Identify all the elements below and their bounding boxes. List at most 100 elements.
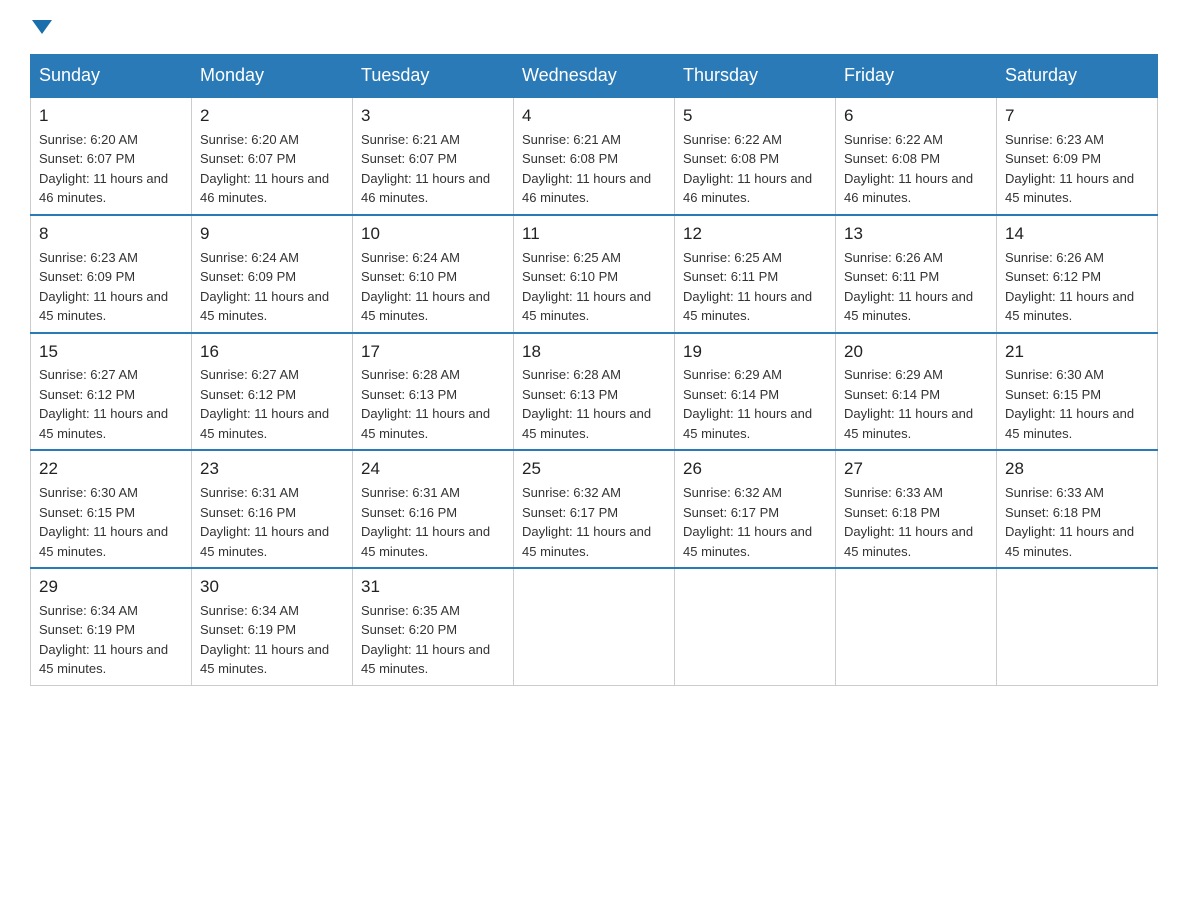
calendar-cell: 30 Sunrise: 6:34 AMSunset: 6:19 PMDaylig… (192, 568, 353, 685)
weekday-header-thursday: Thursday (675, 55, 836, 98)
day-info: Sunrise: 6:26 AMSunset: 6:12 PMDaylight:… (1005, 250, 1134, 324)
day-info: Sunrise: 6:24 AMSunset: 6:09 PMDaylight:… (200, 250, 329, 324)
calendar-cell: 11 Sunrise: 6:25 AMSunset: 6:10 PMDaylig… (514, 215, 675, 333)
day-info: Sunrise: 6:20 AMSunset: 6:07 PMDaylight:… (39, 132, 168, 206)
day-info: Sunrise: 6:24 AMSunset: 6:10 PMDaylight:… (361, 250, 490, 324)
weekday-header-saturday: Saturday (997, 55, 1158, 98)
day-info: Sunrise: 6:25 AMSunset: 6:11 PMDaylight:… (683, 250, 812, 324)
calendar-cell: 31 Sunrise: 6:35 AMSunset: 6:20 PMDaylig… (353, 568, 514, 685)
day-number: 4 (522, 104, 666, 128)
calendar-cell: 23 Sunrise: 6:31 AMSunset: 6:16 PMDaylig… (192, 450, 353, 568)
calendar-cell: 5 Sunrise: 6:22 AMSunset: 6:08 PMDayligh… (675, 97, 836, 215)
calendar-cell: 7 Sunrise: 6:23 AMSunset: 6:09 PMDayligh… (997, 97, 1158, 215)
day-number: 27 (844, 457, 988, 481)
calendar-cell: 19 Sunrise: 6:29 AMSunset: 6:14 PMDaylig… (675, 333, 836, 451)
weekday-header-friday: Friday (836, 55, 997, 98)
calendar-table: SundayMondayTuesdayWednesdayThursdayFrid… (30, 54, 1158, 686)
calendar-cell: 2 Sunrise: 6:20 AMSunset: 6:07 PMDayligh… (192, 97, 353, 215)
day-info: Sunrise: 6:34 AMSunset: 6:19 PMDaylight:… (39, 603, 168, 677)
day-number: 22 (39, 457, 183, 481)
day-number: 31 (361, 575, 505, 599)
day-info: Sunrise: 6:33 AMSunset: 6:18 PMDaylight:… (1005, 485, 1134, 559)
calendar-cell (836, 568, 997, 685)
day-info: Sunrise: 6:32 AMSunset: 6:17 PMDaylight:… (683, 485, 812, 559)
weekday-header-sunday: Sunday (31, 55, 192, 98)
calendar-cell: 28 Sunrise: 6:33 AMSunset: 6:18 PMDaylig… (997, 450, 1158, 568)
calendar-cell: 9 Sunrise: 6:24 AMSunset: 6:09 PMDayligh… (192, 215, 353, 333)
day-number: 30 (200, 575, 344, 599)
calendar-cell: 6 Sunrise: 6:22 AMSunset: 6:08 PMDayligh… (836, 97, 997, 215)
calendar-week-row: 1 Sunrise: 6:20 AMSunset: 6:07 PMDayligh… (31, 97, 1158, 215)
day-info: Sunrise: 6:31 AMSunset: 6:16 PMDaylight:… (200, 485, 329, 559)
day-number: 25 (522, 457, 666, 481)
day-info: Sunrise: 6:33 AMSunset: 6:18 PMDaylight:… (844, 485, 973, 559)
day-number: 1 (39, 104, 183, 128)
day-info: Sunrise: 6:29 AMSunset: 6:14 PMDaylight:… (683, 367, 812, 441)
calendar-week-row: 8 Sunrise: 6:23 AMSunset: 6:09 PMDayligh… (31, 215, 1158, 333)
calendar-cell: 8 Sunrise: 6:23 AMSunset: 6:09 PMDayligh… (31, 215, 192, 333)
calendar-week-row: 29 Sunrise: 6:34 AMSunset: 6:19 PMDaylig… (31, 568, 1158, 685)
calendar-cell: 10 Sunrise: 6:24 AMSunset: 6:10 PMDaylig… (353, 215, 514, 333)
calendar-cell: 4 Sunrise: 6:21 AMSunset: 6:08 PMDayligh… (514, 97, 675, 215)
logo (30, 20, 54, 36)
calendar-cell: 22 Sunrise: 6:30 AMSunset: 6:15 PMDaylig… (31, 450, 192, 568)
calendar-cell: 24 Sunrise: 6:31 AMSunset: 6:16 PMDaylig… (353, 450, 514, 568)
calendar-cell: 13 Sunrise: 6:26 AMSunset: 6:11 PMDaylig… (836, 215, 997, 333)
logo-arrow-icon (32, 20, 52, 34)
calendar-cell (675, 568, 836, 685)
day-number: 23 (200, 457, 344, 481)
day-info: Sunrise: 6:22 AMSunset: 6:08 PMDaylight:… (844, 132, 973, 206)
calendar-cell: 12 Sunrise: 6:25 AMSunset: 6:11 PMDaylig… (675, 215, 836, 333)
day-info: Sunrise: 6:34 AMSunset: 6:19 PMDaylight:… (200, 603, 329, 677)
day-number: 18 (522, 340, 666, 364)
calendar-cell: 29 Sunrise: 6:34 AMSunset: 6:19 PMDaylig… (31, 568, 192, 685)
day-info: Sunrise: 6:32 AMSunset: 6:17 PMDaylight:… (522, 485, 651, 559)
calendar-cell: 21 Sunrise: 6:30 AMSunset: 6:15 PMDaylig… (997, 333, 1158, 451)
day-info: Sunrise: 6:22 AMSunset: 6:08 PMDaylight:… (683, 132, 812, 206)
day-info: Sunrise: 6:29 AMSunset: 6:14 PMDaylight:… (844, 367, 973, 441)
page-header (30, 20, 1158, 36)
day-number: 10 (361, 222, 505, 246)
day-number: 29 (39, 575, 183, 599)
day-info: Sunrise: 6:23 AMSunset: 6:09 PMDaylight:… (39, 250, 168, 324)
day-number: 19 (683, 340, 827, 364)
calendar-cell: 1 Sunrise: 6:20 AMSunset: 6:07 PMDayligh… (31, 97, 192, 215)
weekday-header-wednesday: Wednesday (514, 55, 675, 98)
day-number: 9 (200, 222, 344, 246)
day-number: 13 (844, 222, 988, 246)
day-number: 5 (683, 104, 827, 128)
day-info: Sunrise: 6:21 AMSunset: 6:08 PMDaylight:… (522, 132, 651, 206)
calendar-header: SundayMondayTuesdayWednesdayThursdayFrid… (31, 55, 1158, 98)
day-info: Sunrise: 6:27 AMSunset: 6:12 PMDaylight:… (39, 367, 168, 441)
day-number: 24 (361, 457, 505, 481)
weekday-header-monday: Monday (192, 55, 353, 98)
calendar-cell: 27 Sunrise: 6:33 AMSunset: 6:18 PMDaylig… (836, 450, 997, 568)
calendar-cell: 3 Sunrise: 6:21 AMSunset: 6:07 PMDayligh… (353, 97, 514, 215)
calendar-cell: 17 Sunrise: 6:28 AMSunset: 6:13 PMDaylig… (353, 333, 514, 451)
day-info: Sunrise: 6:28 AMSunset: 6:13 PMDaylight:… (361, 367, 490, 441)
day-number: 3 (361, 104, 505, 128)
weekday-header-row: SundayMondayTuesdayWednesdayThursdayFrid… (31, 55, 1158, 98)
day-number: 20 (844, 340, 988, 364)
day-info: Sunrise: 6:30 AMSunset: 6:15 PMDaylight:… (1005, 367, 1134, 441)
day-number: 26 (683, 457, 827, 481)
day-number: 7 (1005, 104, 1149, 128)
calendar-cell: 26 Sunrise: 6:32 AMSunset: 6:17 PMDaylig… (675, 450, 836, 568)
day-info: Sunrise: 6:31 AMSunset: 6:16 PMDaylight:… (361, 485, 490, 559)
day-info: Sunrise: 6:21 AMSunset: 6:07 PMDaylight:… (361, 132, 490, 206)
day-info: Sunrise: 6:27 AMSunset: 6:12 PMDaylight:… (200, 367, 329, 441)
day-number: 8 (39, 222, 183, 246)
day-number: 12 (683, 222, 827, 246)
weekday-header-tuesday: Tuesday (353, 55, 514, 98)
calendar-cell: 25 Sunrise: 6:32 AMSunset: 6:17 PMDaylig… (514, 450, 675, 568)
calendar-cell: 20 Sunrise: 6:29 AMSunset: 6:14 PMDaylig… (836, 333, 997, 451)
day-number: 21 (1005, 340, 1149, 364)
calendar-cell: 15 Sunrise: 6:27 AMSunset: 6:12 PMDaylig… (31, 333, 192, 451)
calendar-cell: 18 Sunrise: 6:28 AMSunset: 6:13 PMDaylig… (514, 333, 675, 451)
day-number: 16 (200, 340, 344, 364)
day-number: 17 (361, 340, 505, 364)
day-info: Sunrise: 6:30 AMSunset: 6:15 PMDaylight:… (39, 485, 168, 559)
calendar-week-row: 15 Sunrise: 6:27 AMSunset: 6:12 PMDaylig… (31, 333, 1158, 451)
calendar-cell (514, 568, 675, 685)
day-number: 14 (1005, 222, 1149, 246)
